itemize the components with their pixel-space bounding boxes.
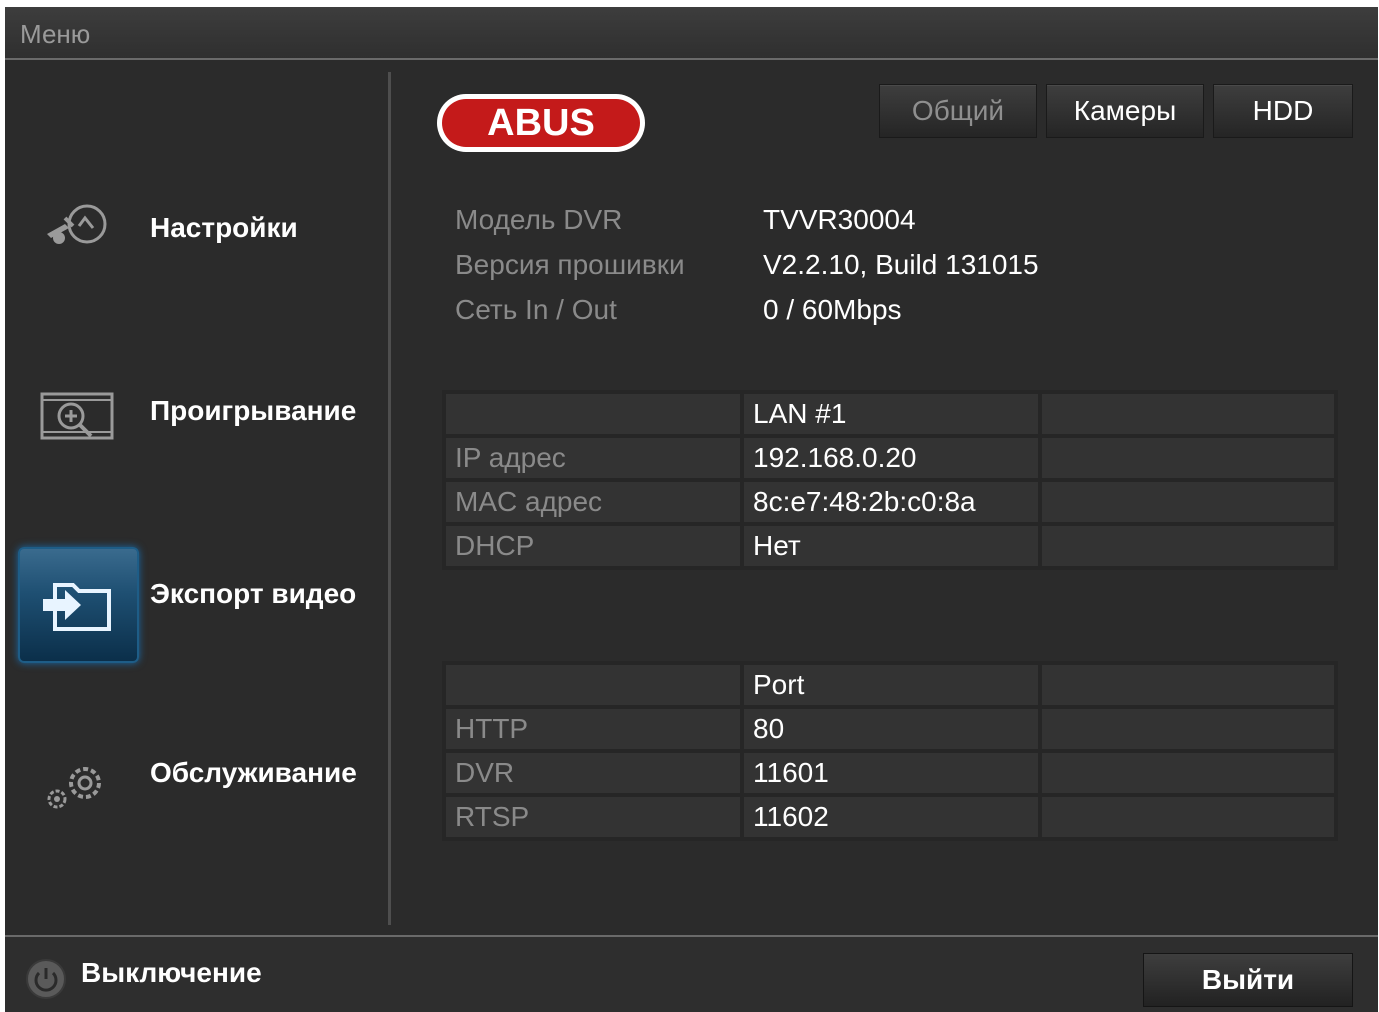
- info-label-firmware: Версия прошивки: [455, 249, 685, 280]
- table-cell: [1038, 390, 1338, 438]
- table-row: HTTP 80: [442, 705, 1338, 753]
- table-cell: [1038, 793, 1338, 841]
- tab-hdd[interactable]: HDD: [1213, 84, 1353, 138]
- logo-text: ABUS: [487, 102, 595, 144]
- table-row: RTSP 11602: [442, 793, 1338, 841]
- table-cell: Port: [740, 661, 1042, 709]
- port-table: Port HTTP 80 DVR 11601 RTSP 11602: [442, 661, 1338, 841]
- table-row: DHCP Нет: [442, 522, 1338, 570]
- table-cell: 8c:e7:48:2b:c0:8a: [740, 478, 1042, 526]
- table-cell: HTTP: [442, 705, 744, 753]
- exit-button[interactable]: Выйти: [1143, 953, 1353, 1007]
- table-cell: 11602: [740, 793, 1042, 841]
- tab-general[interactable]: Общий: [879, 84, 1037, 138]
- main-menu-window: Меню Настройки Проигрывание Экспорт виде…: [5, 7, 1378, 1012]
- table-cell: 192.168.0.20: [740, 434, 1042, 482]
- table-cell: [1038, 749, 1338, 797]
- table-cell: 11601: [740, 749, 1042, 797]
- table-row: DVR 11601: [442, 749, 1338, 797]
- table-header-row: LAN #1: [442, 390, 1338, 438]
- info-value-firmware: V2.2.10, Build 131015: [763, 249, 1039, 280]
- table-cell: [1038, 434, 1338, 482]
- table-cell: DHCP: [442, 522, 744, 570]
- table-cell: RTSP: [442, 793, 744, 841]
- settings-icon: [18, 170, 135, 282]
- sidebar-divider: [388, 72, 391, 925]
- sidebar-item-label: Экспорт видео: [150, 578, 357, 609]
- sidebar-item-playback[interactable]: Проигрывание: [5, 360, 388, 480]
- table-cell: [1038, 478, 1338, 526]
- table-row: MAC адрес 8c:e7:48:2b:c0:8a: [442, 478, 1338, 526]
- playback-icon: [18, 360, 135, 472]
- power-icon[interactable]: [25, 958, 67, 1000]
- table-cell: [442, 390, 744, 438]
- table-cell: Нет: [740, 522, 1042, 570]
- window-title: Меню: [20, 19, 91, 49]
- info-label-model: Модель DVR: [455, 204, 623, 235]
- info-value-network: 0 / 60Mbps: [763, 294, 902, 325]
- table-cell: [1038, 705, 1338, 753]
- info-label-network: Сеть In / Out: [455, 294, 617, 325]
- table-cell: [1038, 522, 1338, 570]
- tab-cameras[interactable]: Камеры: [1046, 84, 1204, 138]
- sidebar-item-maintenance[interactable]: Обслуживание: [5, 729, 388, 849]
- sidebar-item-label: Настройки: [150, 212, 298, 243]
- table-cell: LAN #1: [740, 390, 1042, 438]
- table-cell: 80: [740, 705, 1042, 753]
- sidebar-item-export-video[interactable]: Экспорт видео: [5, 547, 388, 667]
- title-bar: Меню: [5, 7, 1378, 60]
- info-value-model: TVVR30004: [763, 204, 916, 235]
- sidebar-item-settings[interactable]: Настройки: [5, 170, 388, 290]
- footer-bar: Выключение Выйти: [5, 935, 1378, 1012]
- table-cell: [1038, 661, 1338, 709]
- abus-logo: ABUS: [435, 92, 647, 154]
- sidebar-item-label: Проигрывание: [150, 395, 357, 426]
- shutdown-label[interactable]: Выключение: [81, 957, 262, 989]
- maintenance-gears-icon: [18, 729, 135, 841]
- table-cell: MAC адрес: [442, 478, 744, 526]
- lan-table: LAN #1 IP адрес 192.168.0.20 MAC адрес 8…: [442, 390, 1338, 570]
- sidebar-item-label: Обслуживание: [150, 757, 357, 788]
- table-header-row: Port: [442, 661, 1338, 709]
- table-cell: DVR: [442, 749, 744, 797]
- export-folder-icon: [18, 547, 139, 663]
- table-row: IP адрес 192.168.0.20: [442, 434, 1338, 482]
- table-cell: IP адрес: [442, 434, 744, 482]
- table-cell: [442, 661, 744, 709]
